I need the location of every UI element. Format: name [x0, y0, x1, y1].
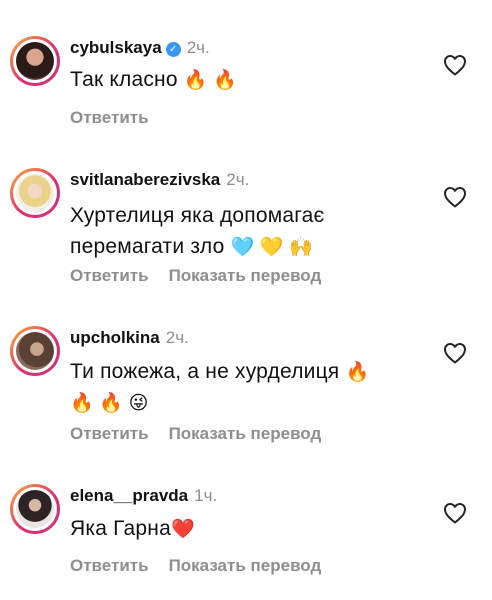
heart-outline-icon[interactable]: [443, 502, 467, 524]
timestamp: 1ч.: [194, 486, 218, 505]
reply-button[interactable]: Ответить: [70, 108, 149, 127]
comment-header: svitlanaberezivska 2ч.: [70, 170, 249, 190]
reply-button[interactable]: Ответить: [70, 556, 149, 575]
comment-actions: Ответить Показать перевод: [70, 556, 341, 576]
comment-text: Яка Гарна❤️: [70, 517, 195, 540]
comment-actions: Ответить Показать перевод: [70, 266, 341, 286]
comment-text: Хуртелиця яка допомагає перемагати зло 🩵…: [70, 204, 325, 258]
emoji: 🩵 💛 🙌: [230, 237, 314, 258]
comment-actions: Ответить: [70, 108, 169, 128]
username[interactable]: elena__pravda: [70, 486, 188, 505]
username[interactable]: upcholkina: [70, 328, 160, 347]
heart-outline-icon[interactable]: [443, 54, 467, 76]
avatar[interactable]: [10, 168, 60, 218]
emoji: 🔥: [345, 362, 370, 383]
emoji: 🔥 🔥: [183, 70, 237, 91]
avatar-photo: [16, 174, 54, 212]
avatar-photo: [16, 332, 54, 370]
timestamp: 2ч.: [186, 38, 210, 57]
username[interactable]: svitlanaberezivska: [70, 170, 220, 189]
avatar[interactable]: [10, 484, 60, 534]
comment-text: Ти пожежа, а не хурделиця 🔥 🔥 🔥 😜: [70, 356, 440, 419]
translate-button[interactable]: Показать перевод: [169, 556, 322, 575]
comment-header: upcholkina 2ч.: [70, 328, 189, 348]
comment-actions: Ответить Показать перевод: [70, 424, 341, 444]
comment-text: Так класно 🔥 🔥: [70, 68, 237, 91]
heart-outline-icon[interactable]: [443, 342, 467, 364]
emoji: ❤️: [170, 519, 195, 540]
reply-button[interactable]: Ответить: [70, 424, 149, 443]
avatar-photo: [16, 490, 54, 528]
verified-badge-icon: ✓: [165, 42, 181, 57]
heart-outline-icon[interactable]: [443, 186, 467, 208]
username[interactable]: cybulskaya: [70, 38, 162, 57]
timestamp: 2ч.: [165, 328, 189, 347]
avatar[interactable]: [10, 326, 60, 376]
translate-button[interactable]: Показать перевод: [169, 266, 322, 285]
emoji: 🔥 🔥 😜: [70, 393, 149, 414]
timestamp: 2ч.: [226, 170, 250, 189]
avatar-photo: [16, 42, 54, 80]
translate-button[interactable]: Показать перевод: [169, 424, 322, 443]
reply-button[interactable]: Ответить: [70, 266, 149, 285]
comment-header: cybulskaya ✓ 2ч.: [70, 38, 210, 58]
comment-header: elena__pravda 1ч.: [70, 486, 217, 506]
avatar[interactable]: [10, 36, 60, 86]
